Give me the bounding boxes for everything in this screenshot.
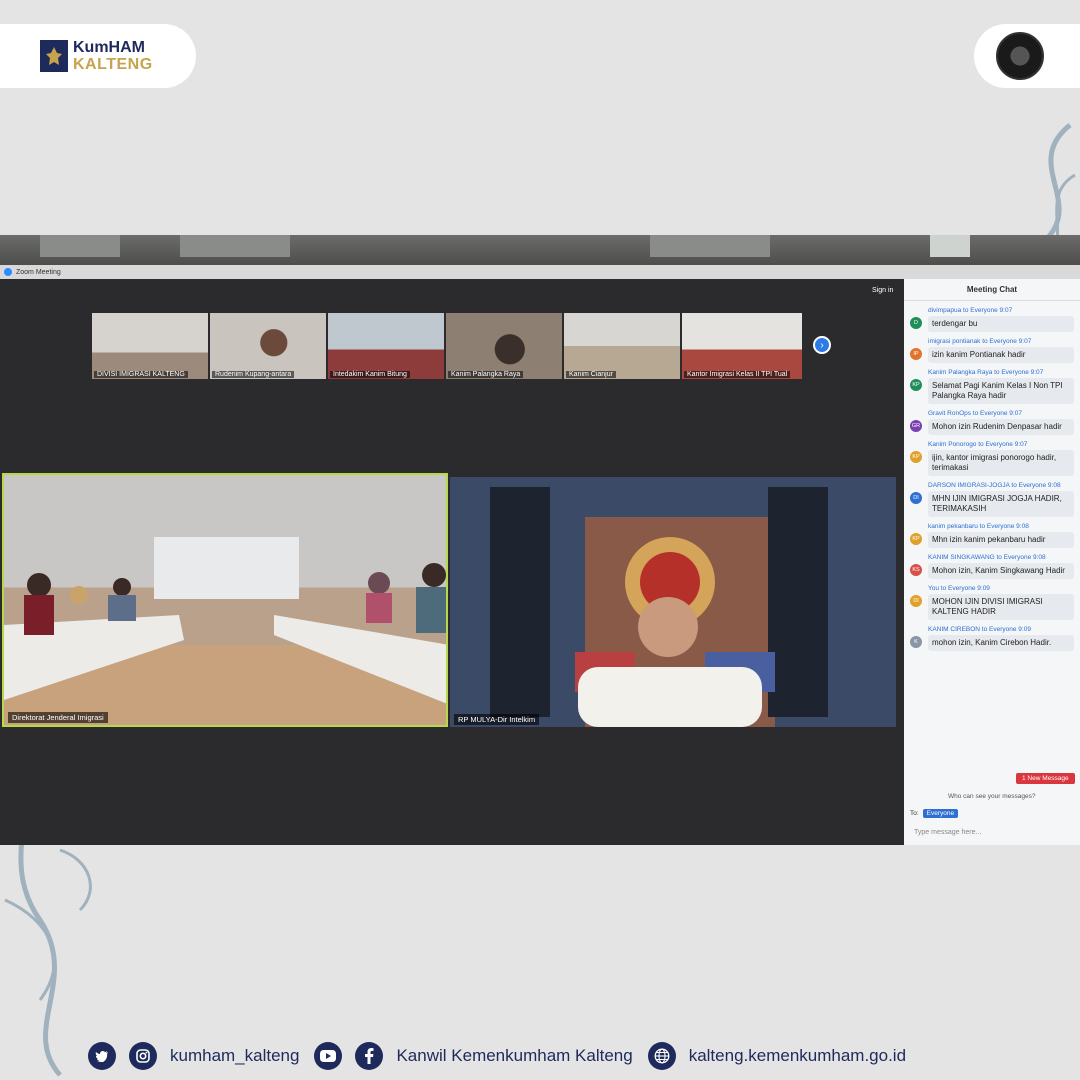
message-text: mohon izin, Kanim Cirebon Hadir.: [928, 635, 1074, 651]
conference-room-illustration: [4, 537, 446, 725]
zoom-titlebar: Zoom Meeting: [0, 265, 1080, 279]
message-text: izin kanim Pontianak hadir: [928, 347, 1074, 363]
chat-message-input[interactable]: Type message here...: [914, 829, 1064, 836]
thumbnail-tile[interactable]: Kanim Cianjur: [564, 313, 680, 379]
thumbnail-label: DIVISI IMIGRASI KALTENG: [94, 371, 188, 378]
brand-line1: KumHAM: [73, 39, 145, 56]
chat-message: DI DARSON IMIGRASI-JOGJA to Everyone 9:08…: [910, 482, 1074, 517]
thumbnail-tile[interactable]: DIVISI IMIGRASI KALTENG: [92, 313, 208, 379]
video-tile-active-speaker[interactable]: Direktorat Jenderal Imigrasi: [2, 473, 448, 727]
video-tile-label: Direktorat Jenderal Imigrasi: [8, 712, 108, 723]
zoom-window-title: Zoom Meeting: [16, 268, 61, 276]
chat-message: Ddivimpapua to Everyone 9:07 terdengar bu: [910, 307, 1074, 332]
chat-title: Meeting Chat: [904, 279, 1080, 301]
chat-message: KP kanim pekanbaru to Everyone 9:08 Mhn iz…: [910, 523, 1074, 548]
avatar: IP: [910, 348, 922, 360]
instagram-icon[interactable]: [129, 1042, 157, 1070]
chat-message: K KANIM CIREBON to Everyone 9:09 mohon izi…: [910, 626, 1074, 651]
message-text: Mohon izin, Kanim Singkawang Hadir: [928, 563, 1074, 579]
thumbnail-tile[interactable]: Intedakim Kanim Bitung: [328, 313, 444, 379]
message-text: Mhn izin kanim pekanbaru hadir: [928, 532, 1074, 548]
meeting-screen-photo: Zoom Meeting Sign in DIVISI IMIGRASI KAL…: [0, 235, 1080, 845]
message-sender: You to Everyone 9:09: [928, 585, 990, 592]
message-text: Selamat Pagi Kanim Kelas I Non TPI Palan…: [928, 378, 1074, 404]
new-message-button[interactable]: 1 New Message: [1016, 773, 1075, 784]
youtube-icon[interactable]: [314, 1042, 343, 1070]
message-text: MOHON IJIN DIVISI IMIGRASI KALTENG HADIR: [928, 594, 1074, 620]
message-sender: kanim pekanbaru to Everyone 9:08: [928, 523, 1029, 530]
message-text: MHN IJIN IMIGRASI JOGJA HADIR, TERIMAKAS…: [928, 491, 1074, 517]
message-sender: Gravit RonOps to Everyone 9:07: [928, 410, 1022, 417]
chat-message: DI You to Everyone 9:09 MOHON IJIN DIVISI …: [910, 585, 1074, 620]
chat-messages: Ddivimpapua to Everyone 9:07 terdengar bu…: [904, 301, 1080, 651]
message-sender: imigrasi pontianak to Everyone 9:07: [928, 338, 1032, 345]
next-page-chevron-icon[interactable]: ›: [813, 336, 831, 354]
avatar: DI: [910, 492, 922, 504]
instagram-handle[interactable]: kumham_kalteng: [170, 1046, 299, 1066]
thumbnail-label: Intedakim Kanim Bitung: [330, 371, 410, 378]
avatar: GR: [910, 420, 922, 432]
message-sender: DARSON IMIGRASI-JOGJA to Everyone 9:08: [928, 482, 1061, 489]
message-text: terdengar bu: [928, 316, 1074, 332]
meeting-chat-panel: Meeting Chat Ddivimpapua to Everyone 9:0…: [904, 279, 1080, 845]
imigrasi-seal-icon: [996, 32, 1044, 80]
thumbnail-tile[interactable]: Rudenim Kupang-antara: [210, 313, 326, 379]
message-sender: Kanim Ponorogo to Everyone 9:07: [928, 441, 1028, 448]
brand-pill: KumHAM KALTENG: [0, 24, 196, 88]
facebook-icon[interactable]: [355, 1042, 384, 1070]
avatar: KP: [910, 533, 922, 545]
message-text: ijin, kantor imigrasi ponorogo hadir, te…: [928, 450, 1074, 476]
thumbnail-label: Kanim Cianjur: [566, 371, 616, 378]
seal-pill: [974, 24, 1080, 88]
avatar: D: [910, 317, 922, 329]
participant-thumbnails: DIVISI IMIGRASI KALTENG Rudenim Kupang-a…: [92, 313, 802, 379]
who-can-see-link[interactable]: Who can see your messages?: [948, 793, 1035, 800]
message-sender: divimpapua to Everyone 9:07: [928, 307, 1013, 314]
message-sender: Kanim Palangka Raya to Everyone 9:07: [928, 369, 1044, 376]
chat-message: GR Gravit RonOps to Everyone 9:07 Mohon iz…: [910, 410, 1074, 435]
video-tile-speaker[interactable]: RP MULYA-Dir Intelkim: [450, 477, 896, 727]
chat-message: KS KANIM SINGKAWANG to Everyone 9:08 Mohon…: [910, 554, 1074, 579]
thumbnail-label: Kantor Imigrasi Kelas II TPI Tual: [684, 371, 791, 378]
zoom-window: Zoom Meeting Sign in DIVISI IMIGRASI KAL…: [0, 265, 1080, 845]
avatar: KS: [910, 564, 922, 576]
social-footer: kumham_kalteng Kanwil Kemenkumham Kalten…: [88, 1040, 921, 1072]
thumbnail-tile[interactable]: Kantor Imigrasi Kelas II TPI Tual: [682, 313, 802, 379]
website-link[interactable]: kalteng.kemenkumham.go.id: [689, 1046, 906, 1066]
thumbnail-label: Rudenim Kupang-antara: [212, 371, 295, 378]
to-label: To:: [910, 810, 919, 817]
message-sender: KANIM SINGKAWANG to Everyone 9:08: [928, 554, 1046, 561]
avatar: DI: [910, 595, 922, 607]
office-backdrop-illustration: [450, 477, 896, 727]
globe-icon[interactable]: [647, 1042, 676, 1070]
twitter-icon[interactable]: [88, 1042, 116, 1070]
chat-message: KP Kanim Ponorogo to Everyone 9:07 ijin, k…: [910, 441, 1074, 476]
sign-in-link[interactable]: Sign in: [872, 287, 893, 294]
message-text: Mohon izin Rudenim Denpasar hadir: [928, 419, 1074, 435]
avatar: KP: [910, 451, 922, 463]
ceiling: [0, 235, 1080, 265]
kumham-logo-icon: [40, 40, 68, 72]
thumbnail-tile[interactable]: Kanim Palangka Raya: [446, 313, 562, 379]
message-sender: KANIM CIREBON to Everyone 9:09: [928, 626, 1031, 633]
video-tile-label: RP MULYA-Dir Intelkim: [454, 714, 540, 725]
facebook-page-name[interactable]: Kanwil Kemenkumham Kalteng: [396, 1046, 632, 1066]
avatar: KP: [910, 379, 922, 391]
recipient-select[interactable]: Everyone: [922, 809, 959, 818]
avatar: K: [910, 636, 922, 648]
chat-message: KP Kanim Palangka Raya to Everyone 9:07 Se…: [910, 369, 1074, 404]
brand-line2: KALTENG: [73, 56, 153, 73]
recipient-row: To: Everyone: [910, 809, 959, 818]
chat-message: IP imigrasi pontianak to Everyone 9:07 izi…: [910, 338, 1074, 363]
zoom-logo-icon: [4, 268, 12, 276]
thumbnail-label: Kanim Palangka Raya: [448, 371, 524, 378]
